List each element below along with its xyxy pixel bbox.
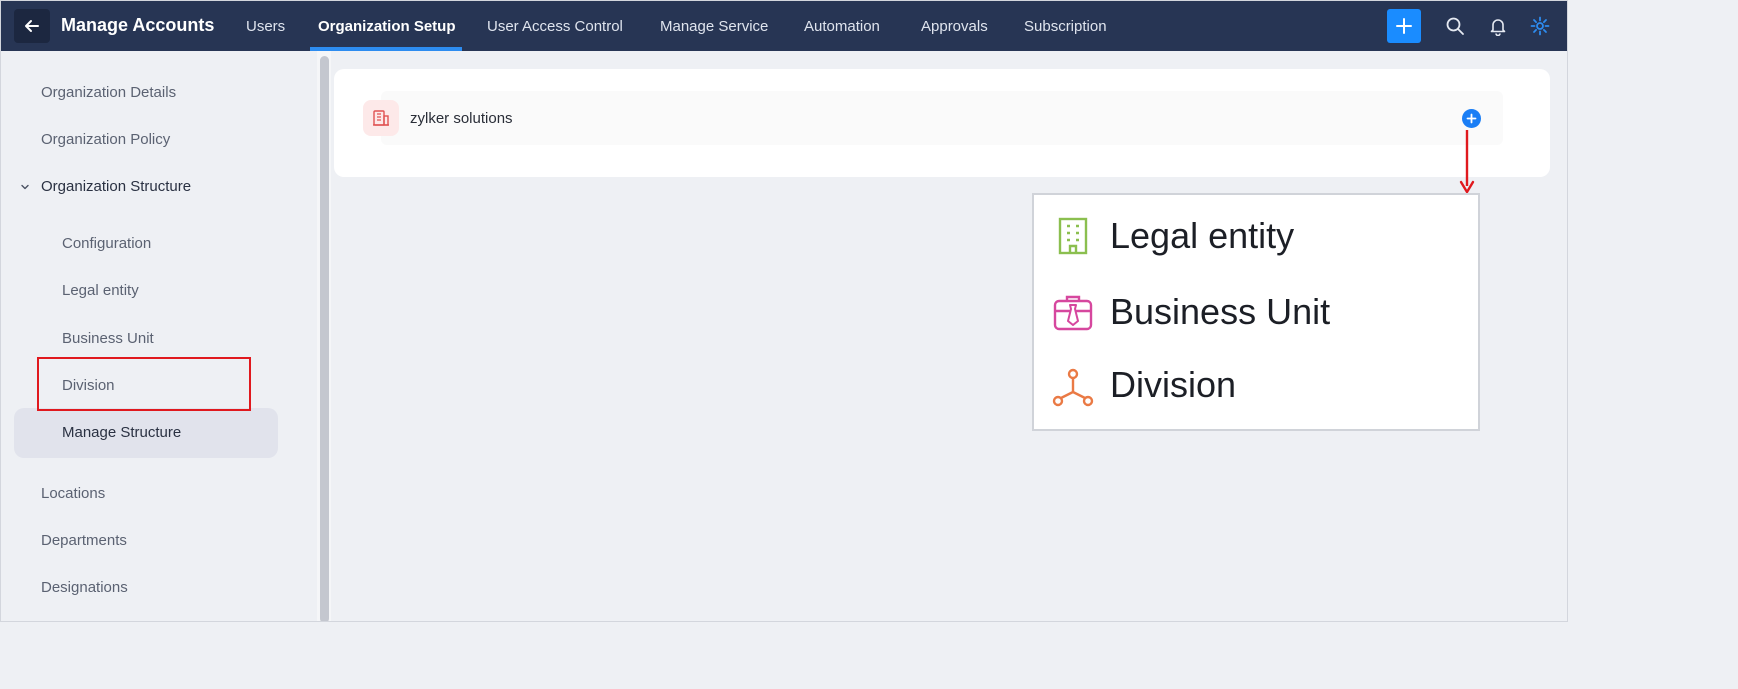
hierarchy-icon — [1052, 368, 1094, 407]
add-child-button[interactable] — [1462, 109, 1481, 128]
notifications-button[interactable] — [1487, 15, 1509, 37]
active-tab-indicator — [310, 47, 462, 51]
bell-icon — [1490, 19, 1506, 36]
sidebar-item-locations[interactable]: Locations — [41, 485, 105, 502]
menu-item-label: Legal entity — [1110, 215, 1295, 256]
scrollbar-thumb[interactable] — [320, 56, 329, 621]
sidebar-item-organization-policy[interactable]: Organization Policy — [41, 131, 170, 148]
briefcase-icon — [1053, 295, 1093, 331]
app-title: Manage Accounts — [61, 15, 215, 35]
gear-icon — [1530, 16, 1550, 36]
organization-row[interactable] — [381, 91, 1503, 145]
menu-item-business-unit[interactable]: Business Unit — [1034, 282, 1474, 342]
tab-approvals[interactable]: Approvals — [921, 18, 988, 35]
building-icon — [1058, 217, 1088, 255]
menu-item-legal-entity[interactable]: Legal entity — [1034, 207, 1474, 267]
chevron-down-icon[interactable] — [19, 181, 31, 193]
tab-automation[interactable]: Automation — [804, 18, 880, 35]
menu-item-division[interactable]: Division — [1034, 357, 1474, 417]
add-menu-zoom-callout: Legal entity Business Unit Division — [1032, 193, 1480, 431]
sidebar-item-departments[interactable]: Departments — [41, 532, 127, 549]
annotation-arrow — [1459, 130, 1475, 194]
tab-manage-service[interactable]: Manage Service — [660, 18, 768, 35]
sidebar-item-business-unit[interactable]: Business Unit — [62, 330, 154, 347]
menu-item-label: Business Unit — [1110, 291, 1331, 332]
sidebar-item-configuration[interactable]: Configuration — [62, 235, 151, 252]
plus-icon — [1466, 113, 1477, 124]
plus-icon — [1396, 18, 1412, 34]
back-button[interactable] — [14, 9, 50, 43]
sidebar-item-designations[interactable]: Designations — [41, 579, 128, 596]
search-icon — [1446, 17, 1464, 35]
sidebar: Organization Details Organization Policy… — [1, 51, 317, 621]
add-button[interactable] — [1387, 9, 1421, 43]
tab-users[interactable]: Users — [246, 18, 285, 35]
organization-name: zylker solutions — [410, 110, 513, 127]
sidebar-item-organization-structure[interactable]: Organization Structure — [41, 178, 191, 195]
sidebar-item-manage-structure[interactable]: Manage Structure — [62, 424, 181, 441]
tab-subscription[interactable]: Subscription — [1024, 18, 1107, 35]
menu-item-label: Division — [1110, 364, 1237, 405]
back-arrow-icon — [25, 20, 39, 32]
app-window: Manage Accounts Users Organization Setup… — [0, 0, 1568, 622]
annotation-highlight-box — [37, 357, 251, 411]
tab-user-access-control[interactable]: User Access Control — [487, 18, 623, 35]
top-navigation-bar: Manage Accounts Users Organization Setup… — [1, 1, 1567, 51]
tab-organization-setup[interactable]: Organization Setup — [318, 18, 456, 35]
settings-button[interactable] — [1529, 15, 1551, 37]
sidebar-item-legal-entity[interactable]: Legal entity — [62, 282, 139, 299]
organization-icon — [363, 100, 399, 136]
sidebar-item-organization-details[interactable]: Organization Details — [41, 84, 176, 101]
search-button[interactable] — [1444, 15, 1466, 37]
